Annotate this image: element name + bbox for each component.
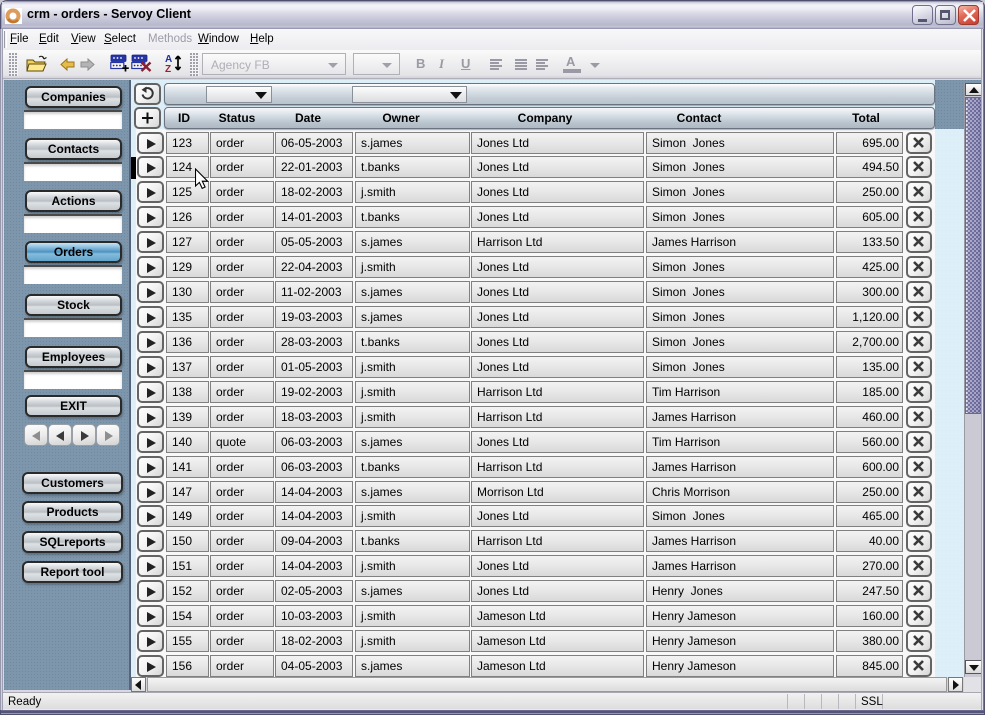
- svg-text:Z: Z: [165, 64, 171, 73]
